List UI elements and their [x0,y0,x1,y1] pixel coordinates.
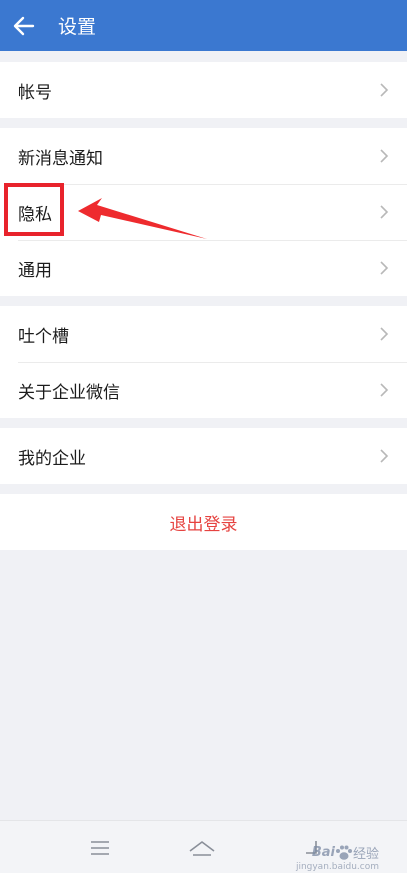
settings-group-account: 帐号 [0,62,407,118]
nav-home-button[interactable] [182,821,222,873]
settings-item-label: 关于企业微信 [18,382,120,403]
chevron-right-icon [380,83,389,97]
settings-item-notifications[interactable]: 新消息通知 [0,128,407,184]
logout-label: 退出登录 [169,514,238,535]
settings-group-feedback: 吐个槽 关于企业微信 [0,306,407,418]
watermark-brand: Bai [311,845,335,860]
chevron-right-icon [380,149,389,163]
settings-item-feedback[interactable]: 吐个槽 [0,306,407,362]
settings-screen: 设置 帐号 新消息通知 隐私 通用 吐个槽 关于企业微信 我的企业 退出登录 B… [0,0,407,873]
logout-group: 退出登录 [0,494,407,550]
chevron-right-icon [380,205,389,219]
logout-button[interactable]: 退出登录 [0,494,407,550]
settings-item-about[interactable]: 关于企业微信 [0,362,407,418]
settings-item-label: 我的企业 [18,448,86,469]
settings-group-enterprise: 我的企业 [0,428,407,484]
settings-item-label: 吐个槽 [18,326,69,347]
settings-item-general[interactable]: 通用 [0,240,407,296]
chevron-right-icon [380,327,389,341]
watermark: Bai 经验 [312,843,379,862]
page-title: 设置 [58,16,97,38]
menu-icon [91,840,109,855]
chevron-right-icon [380,449,389,463]
back-button[interactable] [2,0,46,51]
home-icon [189,840,215,856]
settings-item-account[interactable]: 帐号 [0,62,407,118]
watermark-url: jingyan.baidu.com [295,862,379,872]
watermark-suffix: 经验 [352,847,379,862]
settings-item-label: 帐号 [18,82,52,103]
app-header: 设置 [0,0,407,51]
settings-item-label: 通用 [18,260,52,281]
nav-menu-button[interactable] [80,821,120,873]
system-nav-bar: Bai 经验 jingyan.baidu.com [0,820,407,873]
arrow-left-icon [13,16,35,35]
chevron-right-icon [380,261,389,275]
annotation-highlight-box [4,183,64,236]
settings-item-my-enterprise[interactable]: 我的企业 [0,428,407,484]
paw-icon [335,845,352,860]
chevron-right-icon [380,383,389,397]
settings-item-label: 新消息通知 [18,148,103,169]
